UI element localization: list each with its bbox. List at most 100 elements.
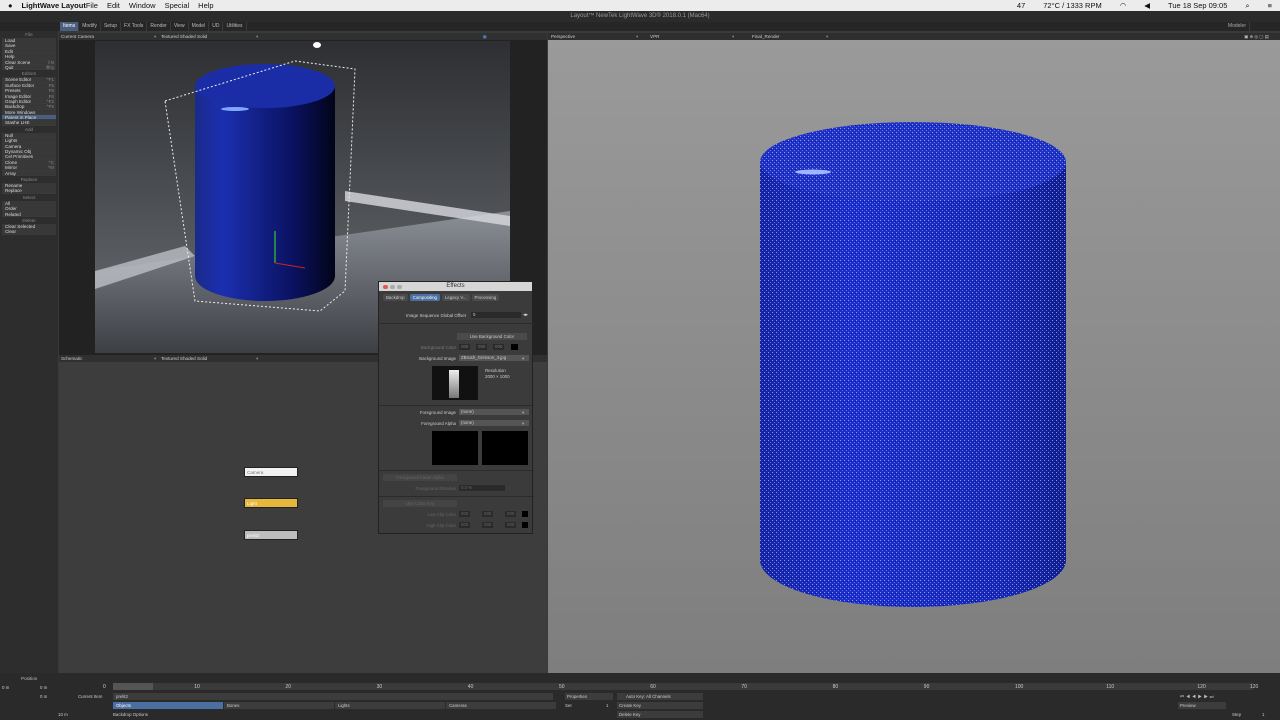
view-dropdown-icon[interactable]: ▾ xyxy=(636,33,638,40)
render-select[interactable]: Final_Render xyxy=(752,33,780,40)
bones-button[interactable]: Bones xyxy=(224,702,334,709)
apple-icon[interactable]: ● xyxy=(8,1,13,10)
fg-image-select[interactable]: (none) xyxy=(459,409,529,415)
bg-color-swatch[interactable] xyxy=(511,344,518,350)
properties-button[interactable]: Properties xyxy=(565,693,613,700)
shading-select[interactable]: Textured Shaded Solid xyxy=(161,33,207,40)
bg-color-r[interactable]: 000 xyxy=(459,344,471,350)
autokey-select[interactable]: Auto Key: All Channels xyxy=(617,693,703,700)
timeline-scrubber[interactable] xyxy=(113,683,1253,690)
timeline-thumb[interactable] xyxy=(113,683,153,690)
x-unit-value[interactable]: 0 m xyxy=(40,684,47,691)
vpr-dropdown-icon[interactable]: ▾ xyxy=(732,33,734,40)
tab-items[interactable]: Items xyxy=(60,22,80,31)
volume-icon[interactable]: ◀ xyxy=(1144,1,1150,10)
schematic-node-light[interactable]: Light xyxy=(244,498,298,508)
menu-item-special[interactable]: Special xyxy=(165,1,190,10)
app-name[interactable]: LightWave Layout xyxy=(22,1,86,10)
backdrop-options-label[interactable]: Backdrop Options xyxy=(113,711,148,718)
wifi-icon[interactable]: ◠ xyxy=(1120,1,1127,10)
perspective-viewport[interactable]: Perspective ▾ VPR ▾ Final_Render ▾ ▣⊕◎▢▤ xyxy=(548,33,1280,673)
bg-image-dropdown-icon[interactable]: ▾ xyxy=(522,355,524,362)
view-dropdown-icon[interactable]: ▾ xyxy=(154,355,156,362)
tab-utilities[interactable]: Utilities xyxy=(223,22,247,31)
modeler-button[interactable]: Modeler xyxy=(1225,22,1250,31)
delete-key-button[interactable]: Delete Key xyxy=(617,711,703,718)
lights-button[interactable]: Lights xyxy=(335,702,445,709)
x-unit[interactable]: 0 m xyxy=(2,684,9,691)
low-color-g[interactable]: 000 xyxy=(482,511,494,517)
preview-select[interactable]: Preview xyxy=(1178,702,1226,709)
tab-ud[interactable]: UD xyxy=(209,22,224,31)
tab-setup[interactable]: Setup xyxy=(101,22,122,31)
tab-model[interactable]: Model xyxy=(189,22,210,31)
low-color-b[interactable]: 000 xyxy=(505,511,517,517)
seq-offset-input[interactable]: 0 xyxy=(471,312,521,318)
playback-controls-icon[interactable]: ⏮◀◀▶▶⏭ xyxy=(1180,693,1216,700)
objects-button[interactable]: Objects xyxy=(113,702,223,709)
fg-alpha-row: Foreground Alpha (none) ▾ xyxy=(379,420,534,427)
dissolve-input[interactable]: 0.0 % xyxy=(459,485,505,491)
close-icon[interactable] xyxy=(383,284,388,289)
notifications-icon[interactable]: ≡ xyxy=(1268,1,1272,10)
cameras-button[interactable]: Cameras xyxy=(446,702,556,709)
low-color-swatch[interactable] xyxy=(522,511,528,517)
window-title: Layout™ NewTek LightWave 3D® 2018.0.1 (M… xyxy=(0,11,1280,22)
dialog-tab-backdrop[interactable]: Backdrop xyxy=(383,294,408,301)
step-value[interactable]: 1 xyxy=(1262,711,1264,718)
bg-color-b[interactable]: 000 xyxy=(493,344,505,350)
tab-modify[interactable]: Modify xyxy=(79,22,101,31)
battery-status[interactable]: 47 xyxy=(1017,1,1025,10)
fg-alpha-dropdown-icon[interactable]: ▾ xyxy=(522,420,524,427)
menu-item-file[interactable]: File xyxy=(86,1,98,10)
viewport-options-icon[interactable]: ▣ xyxy=(483,33,487,40)
high-color-g[interactable]: 000 xyxy=(482,522,494,528)
fg-image-dropdown-icon[interactable]: ▾ xyxy=(522,409,524,416)
tab-fx-tools[interactable]: FX Tools xyxy=(121,22,148,31)
zoom-icon[interactable] xyxy=(397,284,402,289)
schematic-node-camera[interactable]: Camera xyxy=(244,467,298,477)
timeline-tick: 10 xyxy=(194,684,200,690)
set-value[interactable]: 1 xyxy=(606,702,608,709)
use-bg-color-button[interactable]: Use Background Color xyxy=(457,333,527,340)
low-color-r[interactable]: 000 xyxy=(459,511,471,517)
minimize-icon[interactable] xyxy=(390,284,395,289)
dialog-tab-compositing[interactable]: Compositing xyxy=(409,294,440,301)
tab-render[interactable]: Render xyxy=(147,22,171,31)
seq-offset-stepper-icon[interactable]: ◂▸ xyxy=(523,312,528,319)
fg-alpha-select[interactable]: (none) xyxy=(459,420,529,426)
clock[interactable]: Tue 18 Sep 09:05 xyxy=(1168,1,1227,10)
effects-dialog[interactable]: Effects Backdrop Compositing Legacy V... Pr… xyxy=(378,281,534,534)
schematic-node-object[interactable]: prelit2 xyxy=(244,530,298,540)
menu-item-window[interactable]: Window xyxy=(129,1,156,10)
create-key-button[interactable]: Create Key xyxy=(617,702,703,709)
vpr-select[interactable]: VPR xyxy=(650,33,659,40)
high-color-swatch[interactable] xyxy=(522,522,528,528)
high-color-b[interactable]: 000 xyxy=(505,522,517,528)
shading-dropdown-icon[interactable]: ▾ xyxy=(256,33,258,40)
view-select[interactable]: Schematic xyxy=(61,355,82,362)
shading-dropdown-icon[interactable]: ▾ xyxy=(256,355,258,362)
view-select[interactable]: Current Camera xyxy=(61,33,94,40)
view-dropdown-icon[interactable]: ▾ xyxy=(154,33,156,40)
view-select[interactable]: Perspective xyxy=(551,33,575,40)
bg-image-select[interactable]: ZBrush_Grimson_3.jpg xyxy=(459,355,529,361)
viewport-nav-icons[interactable]: ▣⊕◎▢▤ xyxy=(1244,33,1270,40)
z-unit-value[interactable]: 10 m xyxy=(58,711,68,718)
temp-status[interactable]: 72°C / 1333 RPM xyxy=(1043,1,1101,10)
tab-view[interactable]: View xyxy=(171,22,189,31)
fg-fader-alpha-button[interactable]: Foreground Fader Alpha xyxy=(383,474,457,481)
dialog-tab-processing[interactable]: Processing xyxy=(471,294,500,301)
render-dropdown-icon[interactable]: ▾ xyxy=(826,33,828,40)
use-color-key-button[interactable]: Use Color Key xyxy=(383,500,457,507)
high-color-r[interactable]: 000 xyxy=(459,522,471,528)
menu-item-edit[interactable]: Edit xyxy=(107,1,120,10)
y-unit-value[interactable]: 0 m xyxy=(40,693,47,700)
dialog-tab-legacy-v-[interactable]: Legacy V... xyxy=(441,294,470,301)
current-item-select[interactable]: prelit2 xyxy=(113,693,553,700)
spotlight-icon[interactable]: ⌕ xyxy=(1245,1,1249,11)
menu-item-help[interactable]: Help xyxy=(198,1,213,10)
shading-select[interactable]: Textured Shaded Solid xyxy=(161,355,207,362)
bg-color-g[interactable]: 000 xyxy=(476,344,488,350)
toolbar-button-clear[interactable]: Clear xyxy=(2,229,56,235)
